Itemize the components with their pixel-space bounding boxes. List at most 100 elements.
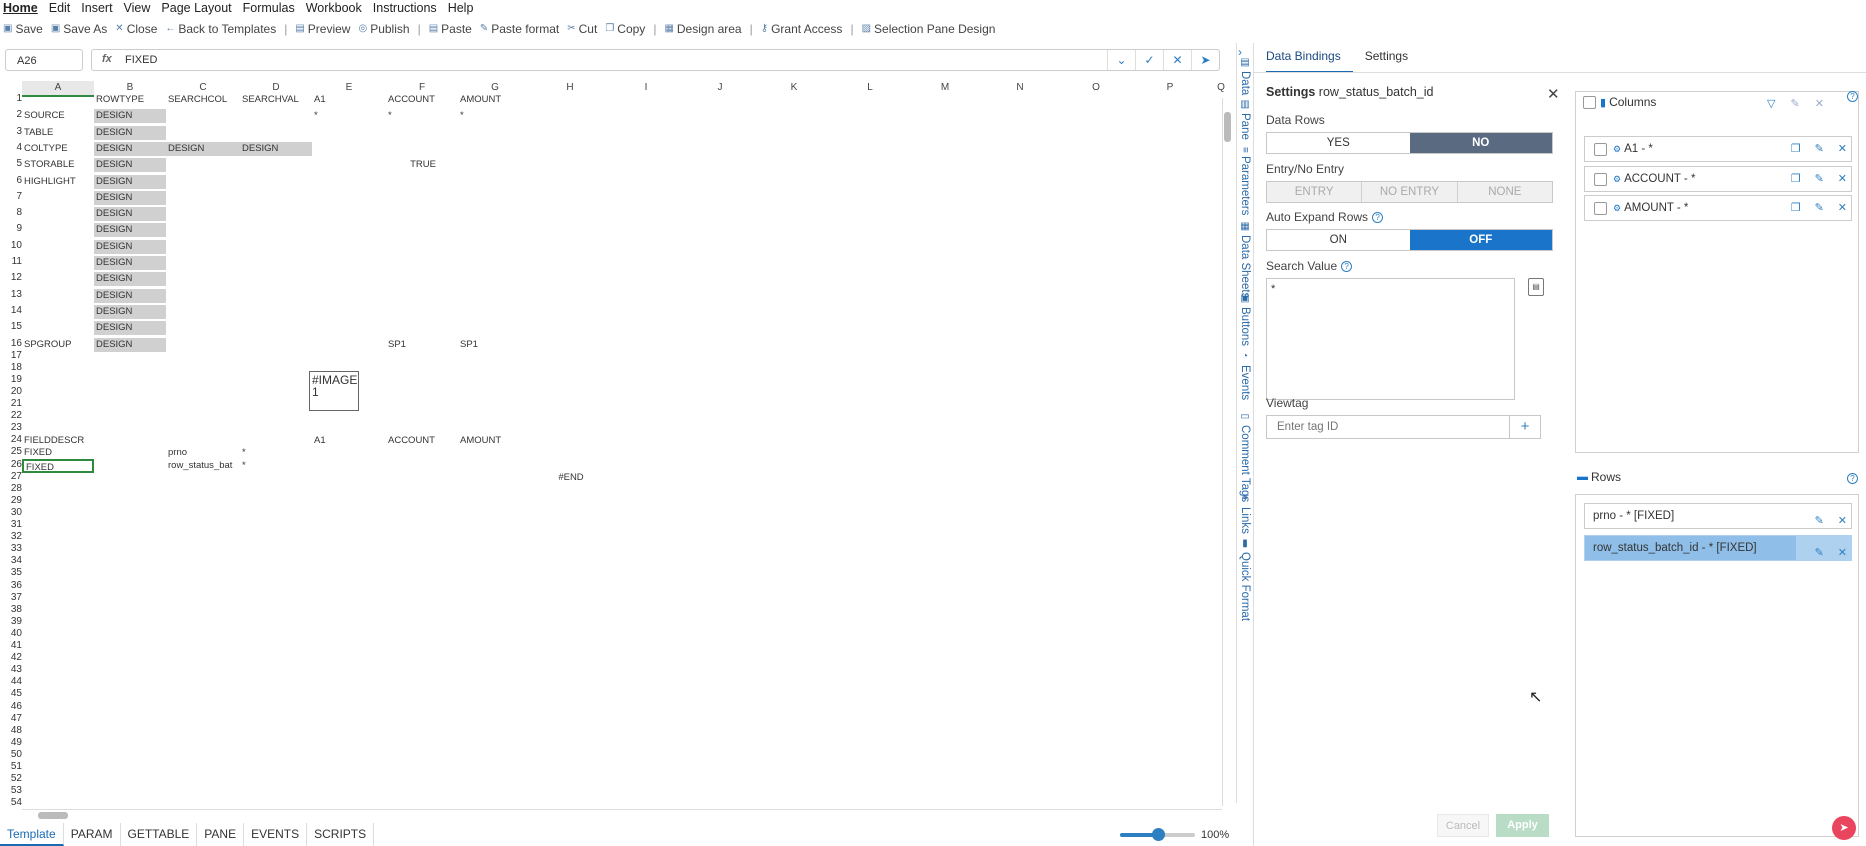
edit-icon[interactable]: ✎ [1815,541,1824,565]
grid-cell[interactable]: DESIGN [94,272,166,287]
menu-instructions[interactable]: Instructions [373,0,437,17]
vertical-scrollbar[interactable] [1222,98,1233,806]
column-header-i[interactable]: I [608,81,684,95]
column-header-m[interactable]: M [908,81,982,95]
column-header-q[interactable]: Q [1206,81,1236,95]
auto-expand-option-off[interactable]: OFF [1409,230,1552,250]
row-header[interactable]: 42 [0,652,22,664]
grid-cell[interactable]: COLTYPE [22,142,94,156]
row-header[interactable]: 15 [0,321,22,333]
grid-cell[interactable]: DESIGN [94,141,166,156]
row-header[interactable]: 40 [0,628,22,640]
row-header[interactable]: 36 [0,580,22,592]
grid-cell[interactable]: TRUE [386,158,458,172]
grid-cell[interactable]: DESIGN [94,125,166,140]
delete-icon[interactable]: ✕ [1838,509,1847,533]
row-header[interactable]: 19 [0,374,22,386]
side-tab-comment-tags[interactable]: ▭ Comment Tags [1237,411,1253,502]
side-tab-events[interactable]: ◔ Events [1237,351,1253,400]
close-icon[interactable]: ✕ [1815,97,1824,110]
row-header[interactable]: 30 [0,507,22,519]
grid-cell[interactable]: ACCOUNT [386,434,458,448]
row-header[interactable]: 41 [0,640,22,652]
row-header[interactable]: 27 [0,471,22,483]
row-header[interactable]: 2 [0,109,22,121]
row-header[interactable]: 38 [0,604,22,616]
tab-settings[interactable]: Settings [1365,49,1420,73]
column-header-j[interactable]: J [684,81,756,95]
side-tab-data-sheets[interactable]: ▦ Data Sheets [1237,221,1253,298]
close-icon[interactable]: ✕ [1547,85,1560,103]
column-header-a[interactable]: A [22,81,94,97]
toolbar-copy-button[interactable]: ❐ Copy [605,22,645,36]
columns-select-all-checkbox[interactable] [1583,95,1596,109]
apply-button[interactable]: Apply [1496,814,1549,837]
grid-cell[interactable]: DESIGN [240,141,312,156]
row-header[interactable]: 1 [0,93,22,105]
row-header[interactable]: 53 [0,785,22,797]
row-header[interactable]: 11 [0,256,22,268]
row-header[interactable]: 3 [0,126,22,138]
sheet-tab-scripts[interactable]: SCRIPTS [307,823,375,846]
row-header[interactable]: 52 [0,773,22,785]
row-header[interactable]: 51 [0,761,22,773]
grid-cell[interactable]: DESIGN [94,288,166,303]
row-header[interactable]: 35 [0,567,22,579]
confirm-check-icon[interactable]: ✓ [1135,50,1163,70]
column-item-checkbox[interactable] [1594,142,1607,156]
menu-home[interactable]: Home [3,0,38,17]
row-header[interactable]: 54 [0,797,22,809]
row-header[interactable]: 6 [0,175,22,187]
cancel-x-icon[interactable]: ✕ [1163,50,1191,70]
row-header[interactable]: 9 [0,223,22,235]
sheet-tab-pane[interactable]: PANE [197,823,245,846]
horizontal-scroll-thumb[interactable] [38,812,68,819]
sheet-tab-param[interactable]: PARAM [64,823,121,846]
side-tab-links[interactable]: ⚭ Links [1237,493,1253,534]
row-header[interactable]: 14 [0,305,22,317]
toolbar-design-area-button[interactable]: ▦ Design area [664,22,741,36]
chevron-down-icon[interactable]: ⌄ [1107,50,1135,70]
toolbar-paste-button[interactable]: ▤ Paste [429,22,472,36]
grid-cell[interactable]: AMOUNT [458,434,532,448]
zoom-slider[interactable] [1120,828,1195,841]
toolbar-grant-access-button[interactable]: ⚷ Grant Access [761,22,843,36]
side-tab-quick-format[interactable]: ▮ Quick Format [1237,538,1253,621]
toolbar-save-as-button[interactable]: ▣ Save As [51,22,107,36]
row-header[interactable]: 48 [0,725,22,737]
delete-icon[interactable]: ✕ [1838,142,1847,155]
row-header[interactable]: 31 [0,519,22,531]
grid-cell[interactable]: * [386,109,458,123]
help-icon[interactable]: ? [1341,261,1353,273]
row-header[interactable]: 29 [0,495,22,507]
side-tab-data[interactable]: ▤ Data [1237,57,1253,95]
edit-icon[interactable]: ✎ [1815,142,1824,155]
sheet-tab-gettable[interactable]: GETTABLE [121,823,198,846]
grid-cell[interactable]: DESIGN [94,321,166,336]
row-header[interactable]: 37 [0,592,22,604]
edit-icon[interactable]: ✎ [1815,172,1824,185]
grid-cell[interactable]: SPGROUP [22,338,94,352]
copy-icon[interactable]: ❐ [1791,142,1801,155]
grid-cell[interactable]: DESIGN [94,207,166,222]
column-header-p[interactable]: P [1134,81,1206,95]
data-rows-option-no[interactable]: NO [1409,133,1552,153]
send-feedback-icon[interactable]: ➤ [1832,816,1856,840]
edit-icon[interactable]: ✎ [1815,201,1824,214]
row-binding-item[interactable]: row_status_batch_id - * [FIXED] ✎ ✕ [1584,535,1852,561]
grid-cell[interactable]: DESIGN [94,158,166,173]
data-rows-toggle[interactable]: YES NO [1266,132,1553,154]
menu-edit[interactable]: Edit [49,0,71,17]
column-binding-item[interactable]: ⚙ AMOUNT - * ❐ ✎ ✕ [1584,195,1852,221]
grid-cell[interactable]: * [240,459,312,473]
row-binding-item[interactable]: prno - * [FIXED] ✎ ✕ [1584,503,1852,529]
row-header[interactable]: 4 [0,142,22,154]
row-header[interactable]: 13 [0,289,22,301]
grid-cell[interactable]: DESIGN [94,304,166,319]
toolbar-selection-pane-design-button[interactable]: ▨ Selection Pane Design [862,22,996,36]
search-value-field[interactable]: * [1266,278,1515,400]
column-item-checkbox[interactable] [1594,201,1607,215]
grid-cell[interactable]: DESIGN [94,190,166,205]
copy-icon[interactable]: ❐ [1791,201,1801,214]
row-header[interactable]: 43 [0,664,22,676]
